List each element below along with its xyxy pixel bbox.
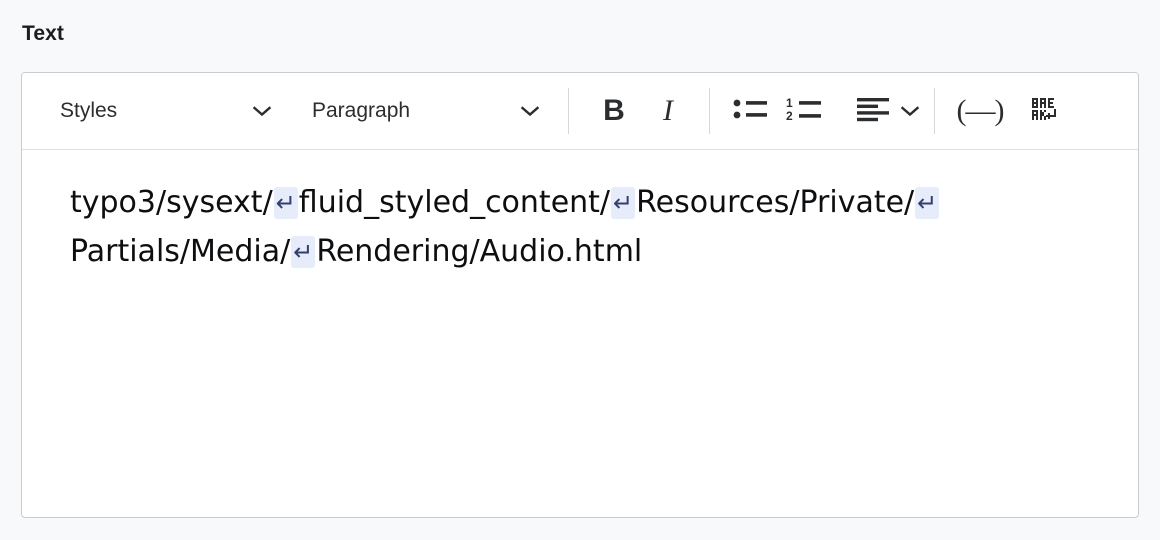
toolbar-separator xyxy=(709,88,710,134)
text-segment: Partials/Media/ xyxy=(70,234,291,269)
editor-toolbar: Styles Paragraph B I 1 2 (—) xyxy=(22,73,1138,150)
soft-break-marker: ↵ xyxy=(291,236,316,268)
chevron-down-icon xyxy=(900,105,920,117)
text-alignment-button[interactable] xyxy=(846,86,920,136)
bulleted-list-button[interactable] xyxy=(724,86,778,136)
text-field-panel: Text Styles Paragraph B I 1 2 (—) typo3/… xyxy=(0,0,1160,540)
svg-text:1: 1 xyxy=(786,96,793,110)
svg-text:2: 2 xyxy=(786,109,793,123)
toolbar-separator xyxy=(934,88,935,134)
italic-button[interactable]: I xyxy=(641,86,695,136)
bulleted-list-icon xyxy=(733,95,769,128)
numbered-list-icon: 1 2 xyxy=(786,95,824,128)
text-segment: Resources/Private/ xyxy=(636,185,915,220)
paragraph-format-value: Paragraph xyxy=(312,99,411,122)
paragraph-block: typo3/sysext/↵ fluid_styled_content/↵ Reso… xyxy=(70,178,1098,276)
align-left-icon xyxy=(856,96,890,127)
toolbar-separator xyxy=(568,88,569,134)
align-left-icon-wrap xyxy=(846,86,900,136)
soft-break-marker: ↵ xyxy=(915,187,940,219)
paragraph-format-dropdown[interactable]: Paragraph xyxy=(302,89,550,133)
bold-button[interactable]: B xyxy=(587,86,641,136)
page-title: Text xyxy=(22,22,65,45)
styles-dropdown[interactable]: Styles xyxy=(50,89,282,133)
text-segment: fluid_styled_content/ xyxy=(298,185,611,220)
soft-break-marker: ↵ xyxy=(611,187,636,219)
break-icon xyxy=(1031,96,1065,127)
text-segment: Rendering/Audio.html xyxy=(316,234,643,269)
soft-line-break-button[interactable] xyxy=(1021,86,1075,136)
rich-text-editor: Styles Paragraph B I 1 2 (—) typo3/sysex… xyxy=(21,72,1139,518)
text-segment: typo3/sysext/ xyxy=(70,185,273,220)
chevron-down-icon xyxy=(520,105,540,117)
numbered-list-button[interactable]: 1 2 xyxy=(778,86,832,136)
soft-break-marker: ↵ xyxy=(273,187,298,219)
special-character-button[interactable]: (—) xyxy=(953,86,1007,136)
styles-dropdown-value: Styles xyxy=(60,99,118,122)
chevron-down-icon xyxy=(252,105,272,117)
editor-content-area[interactable]: typo3/sysext/↵ fluid_styled_content/↵ Reso… xyxy=(22,150,1138,517)
